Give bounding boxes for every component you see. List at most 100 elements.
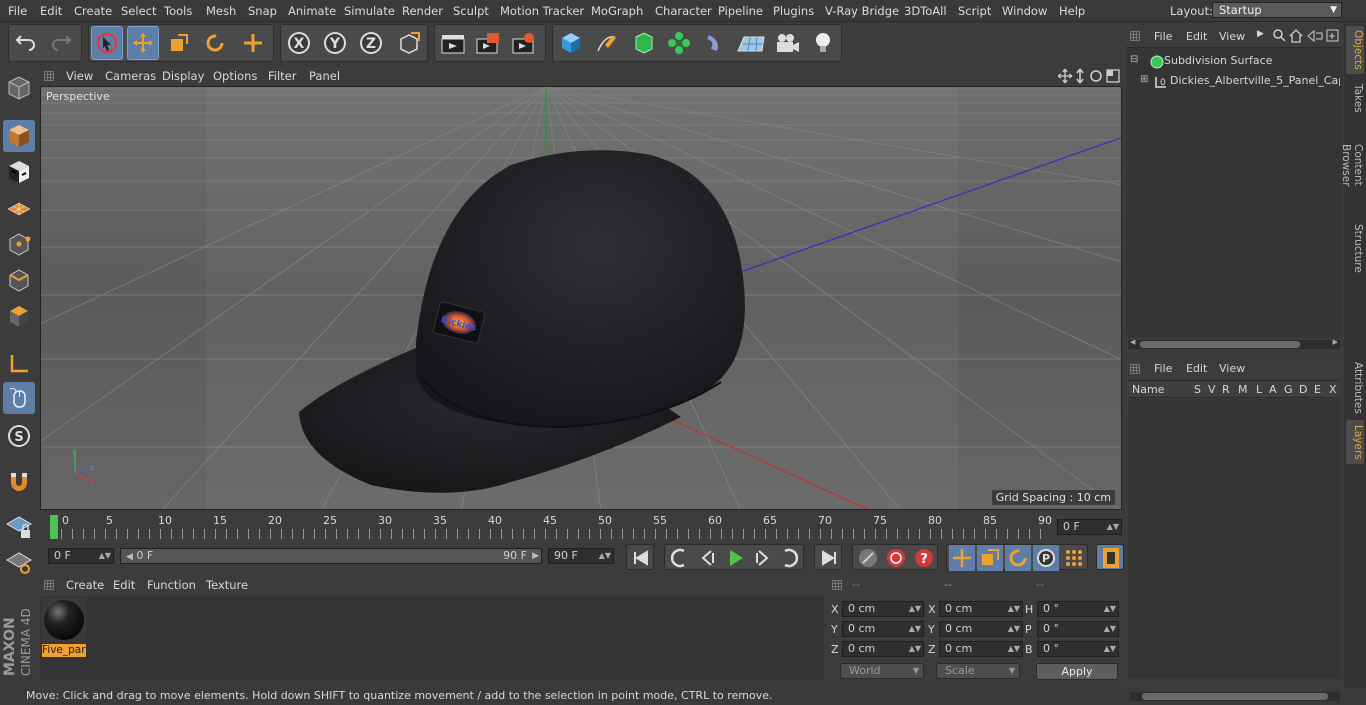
size-y-field[interactable]: 0 cm ▲▼	[939, 621, 1023, 637]
menu-animate[interactable]: Animate	[288, 4, 336, 18]
points-mode-button[interactable]	[3, 228, 35, 260]
tab-layers[interactable]: Layers	[1346, 420, 1364, 464]
prev-frame-button[interactable]	[695, 545, 721, 571]
flag-manager[interactable]: M	[1238, 383, 1248, 396]
playhead[interactable]	[50, 515, 58, 539]
material-menu-edit[interactable]: Edit	[113, 578, 135, 592]
viewport-nav-icons[interactable]	[1058, 68, 1122, 84]
next-frame-button[interactable]	[749, 545, 775, 571]
next-key-button[interactable]	[776, 545, 802, 571]
menu-snap[interactable]: Snap	[248, 4, 277, 18]
menu-file[interactable]: File	[8, 4, 27, 18]
position-z-field[interactable]: 0 cm ▲▼	[842, 641, 924, 657]
menu-create[interactable]: Create	[74, 4, 112, 18]
menu-character[interactable]: Character	[655, 4, 712, 18]
key-parameter-button[interactable]: P	[1033, 545, 1059, 571]
material-menu-create[interactable]: Create	[66, 578, 104, 592]
flag-generators[interactable]: G	[1284, 383, 1293, 396]
workplane-mode-button[interactable]	[3, 192, 35, 224]
workplane-lock-button[interactable]	[3, 510, 35, 542]
make-editable-button[interactable]	[3, 72, 35, 104]
viewport-menu-filter[interactable]: Filter	[268, 69, 296, 83]
menu-pipeline[interactable]: Pipeline	[718, 4, 763, 18]
key-position-button[interactable]	[949, 545, 975, 571]
expand-icon[interactable]: ⊞	[1140, 74, 1148, 85]
material-name-label[interactable]: Five_par	[42, 644, 86, 657]
cloner-button[interactable]	[663, 26, 695, 60]
menu-select[interactable]: Select	[121, 4, 156, 18]
menu-motion-tracker[interactable]: Motion Tracker	[500, 4, 584, 18]
menu-simulate[interactable]: Simulate	[344, 4, 395, 18]
size-z-field[interactable]: 0 cm ▲▼	[939, 641, 1023, 657]
apply-button[interactable]: Apply	[1036, 663, 1118, 680]
rotation-b-field[interactable]: 0 ° ▲▼	[1037, 641, 1119, 657]
scale-tool-button[interactable]	[163, 26, 195, 60]
timeline-ruler[interactable]: 0 5 10 15 20 25 30 35 40 45 50 55 60 65 …	[40, 512, 1124, 542]
flag-animation[interactable]: A	[1269, 383, 1277, 396]
objects-menu-view[interactable]: View	[1219, 30, 1245, 43]
floor-object-button[interactable]	[735, 26, 767, 60]
render-picture-viewer-button[interactable]	[472, 26, 504, 60]
cube-object-button[interactable]	[555, 26, 587, 60]
deformer-button[interactable]	[699, 26, 731, 60]
world-select[interactable]: World ▼	[840, 663, 924, 679]
flag-deformers[interactable]: D	[1299, 383, 1307, 396]
tab-objects[interactable]: Objects	[1346, 26, 1364, 74]
flag-locked[interactable]: L	[1256, 383, 1262, 396]
texture-mode-button[interactable]	[3, 156, 35, 188]
current-frame-field[interactable]: 0 F ▲▼	[1057, 519, 1122, 535]
scroll-thumb[interactable]	[1142, 693, 1328, 700]
go-to-start-button[interactable]	[626, 544, 654, 570]
record-active-button[interactable]	[855, 545, 881, 571]
key-pla-button[interactable]	[1061, 545, 1087, 571]
end-frame-field[interactable]: 90 F ▲▼	[548, 548, 614, 564]
flag-view[interactable]: V	[1208, 383, 1216, 396]
menu-render[interactable]: Render	[402, 4, 443, 18]
frame-range-slider[interactable]: ◀ 0 F 90 F ▶	[120, 548, 542, 564]
snap-button[interactable]	[3, 466, 35, 498]
tab-takes[interactable]: Takes	[1346, 80, 1364, 116]
autokey-button[interactable]	[883, 545, 909, 571]
scale-select[interactable]: Scale ▼	[936, 663, 1020, 679]
layer-hscrollbar[interactable]	[1126, 688, 1366, 705]
flag-xrefs[interactable]: X	[1329, 383, 1337, 396]
menu-mesh[interactable]: Mesh	[206, 4, 236, 18]
layers-menu-file[interactable]: File	[1154, 362, 1172, 375]
tab-attributes[interactable]: Attributes	[1346, 358, 1364, 416]
y-axis-button[interactable]: Y	[319, 26, 351, 60]
layers-menu-edit[interactable]: Edit	[1186, 362, 1207, 375]
layout-select[interactable]: Startup ▼	[1212, 2, 1342, 18]
position-y-field[interactable]: 0 cm ▲▼	[842, 621, 924, 637]
planar-workplane-button[interactable]	[3, 546, 35, 578]
menu-help[interactable]: Help	[1059, 4, 1085, 18]
x-axis-button[interactable]: X	[283, 26, 315, 60]
play-button[interactable]	[722, 545, 748, 571]
menu-tools[interactable]: Tools	[164, 4, 192, 18]
camera-object-button[interactable]	[771, 26, 803, 60]
rotation-h-field[interactable]: 0 ° ▲▼	[1037, 601, 1119, 617]
flag-render[interactable]: R	[1222, 383, 1230, 396]
object-manager-icons[interactable]	[1272, 28, 1342, 44]
object-hscrollbar[interactable]: ◀ ▶	[1128, 338, 1340, 349]
viewport-menu-display[interactable]: Display	[162, 69, 204, 83]
menu-sculpt[interactable]: Sculpt	[453, 4, 489, 18]
viewport-menu-cameras[interactable]: Cameras	[105, 69, 156, 83]
viewport-menu-options[interactable]: Options	[213, 69, 257, 83]
menu-plugins[interactable]: Plugins	[773, 4, 814, 18]
menu-overflow-icon[interactable]: ▶	[1257, 29, 1264, 39]
timeline-toggle-button[interactable]	[1096, 544, 1124, 570]
menu-edit[interactable]: Edit	[40, 4, 62, 18]
model-mode-button[interactable]	[3, 120, 35, 152]
drag-grip-icon[interactable]	[44, 580, 54, 590]
light-object-button[interactable]	[807, 26, 839, 60]
solo-button[interactable]: S	[3, 420, 35, 452]
drag-grip-icon[interactable]	[1130, 31, 1140, 41]
scroll-thumb[interactable]	[1140, 341, 1300, 348]
coordinate-system-button[interactable]	[393, 26, 425, 60]
layers-menu-view[interactable]: View	[1219, 362, 1245, 375]
menu-script[interactable]: Script	[958, 4, 991, 18]
key-rotation-button[interactable]	[1005, 545, 1031, 571]
drag-grip-icon[interactable]	[1130, 364, 1140, 374]
viewport-menu-panel[interactable]: Panel	[309, 69, 340, 83]
render-settings-button[interactable]	[508, 26, 540, 60]
